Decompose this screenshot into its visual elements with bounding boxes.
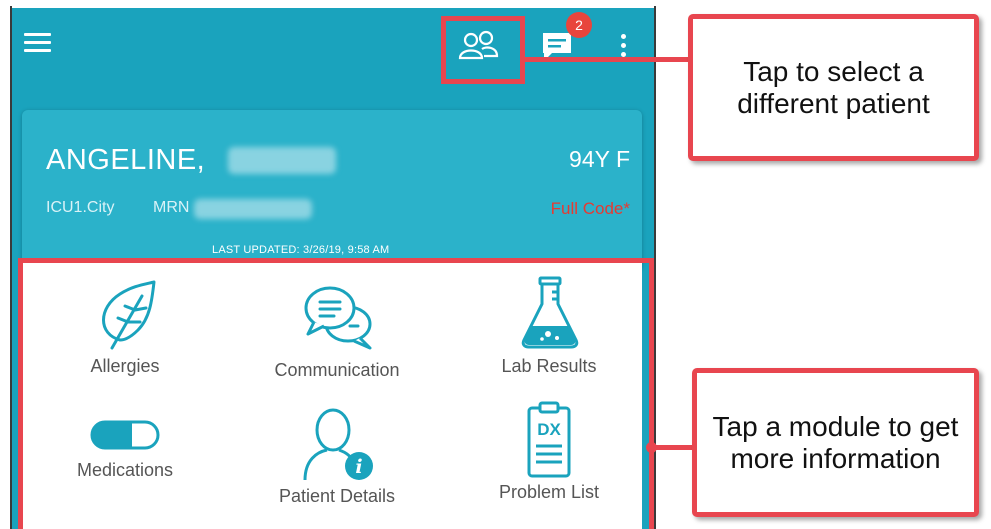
module-lab-results[interactable]: Lab Results — [464, 274, 634, 377]
module-label: Communication — [274, 360, 400, 380]
module-label: Lab Results — [501, 356, 597, 376]
mrn-label: MRN — [153, 199, 190, 216]
module-label: Allergies — [90, 356, 160, 376]
module-patient-details[interactable]: i Patient Details — [252, 404, 422, 507]
last-updated: LAST UPDATED: 3/26/19, 9:58 AM — [212, 244, 390, 256]
patient-unit: ICU1.City — [46, 199, 115, 216]
select-patient-callout: Tap to select a different patient — [688, 14, 979, 161]
patients-icon[interactable] — [456, 28, 502, 64]
pill-icon — [90, 420, 160, 450]
module-allergies[interactable]: Allergies — [40, 278, 210, 377]
module-callout: Tap a module to get more information — [692, 368, 979, 517]
module-medications[interactable]: Medications — [40, 418, 210, 481]
callout-anchor-dot — [646, 442, 657, 453]
callout-connector — [652, 445, 692, 450]
svg-text:DX: DX — [537, 420, 561, 439]
redacted-mrn — [194, 199, 312, 219]
message-count-badge: 2 — [566, 12, 592, 38]
hamburger-menu-icon[interactable] — [24, 33, 51, 53]
leaf-icon — [102, 280, 156, 350]
code-status: Full Code* — [550, 199, 630, 218]
callout-connector — [523, 57, 688, 62]
patient-name: ANGELINE, — [46, 144, 206, 176]
patient-age-sex: 94Y F — [569, 146, 630, 172]
flask-icon — [521, 276, 579, 349]
person-info-icon: i — [303, 408, 373, 481]
module-label: Patient Details — [278, 486, 396, 506]
module-communication[interactable]: Communication — [252, 278, 422, 381]
chat-bubbles-icon — [304, 286, 372, 350]
redacted-name — [228, 147, 336, 174]
clipboard-dx-icon: DX — [527, 401, 571, 478]
module-label: Medications — [76, 460, 174, 480]
module-label: Problem List — [498, 482, 600, 502]
module-problem-list[interactable]: DX Problem List — [464, 400, 634, 503]
svg-text:i: i — [355, 456, 362, 478]
